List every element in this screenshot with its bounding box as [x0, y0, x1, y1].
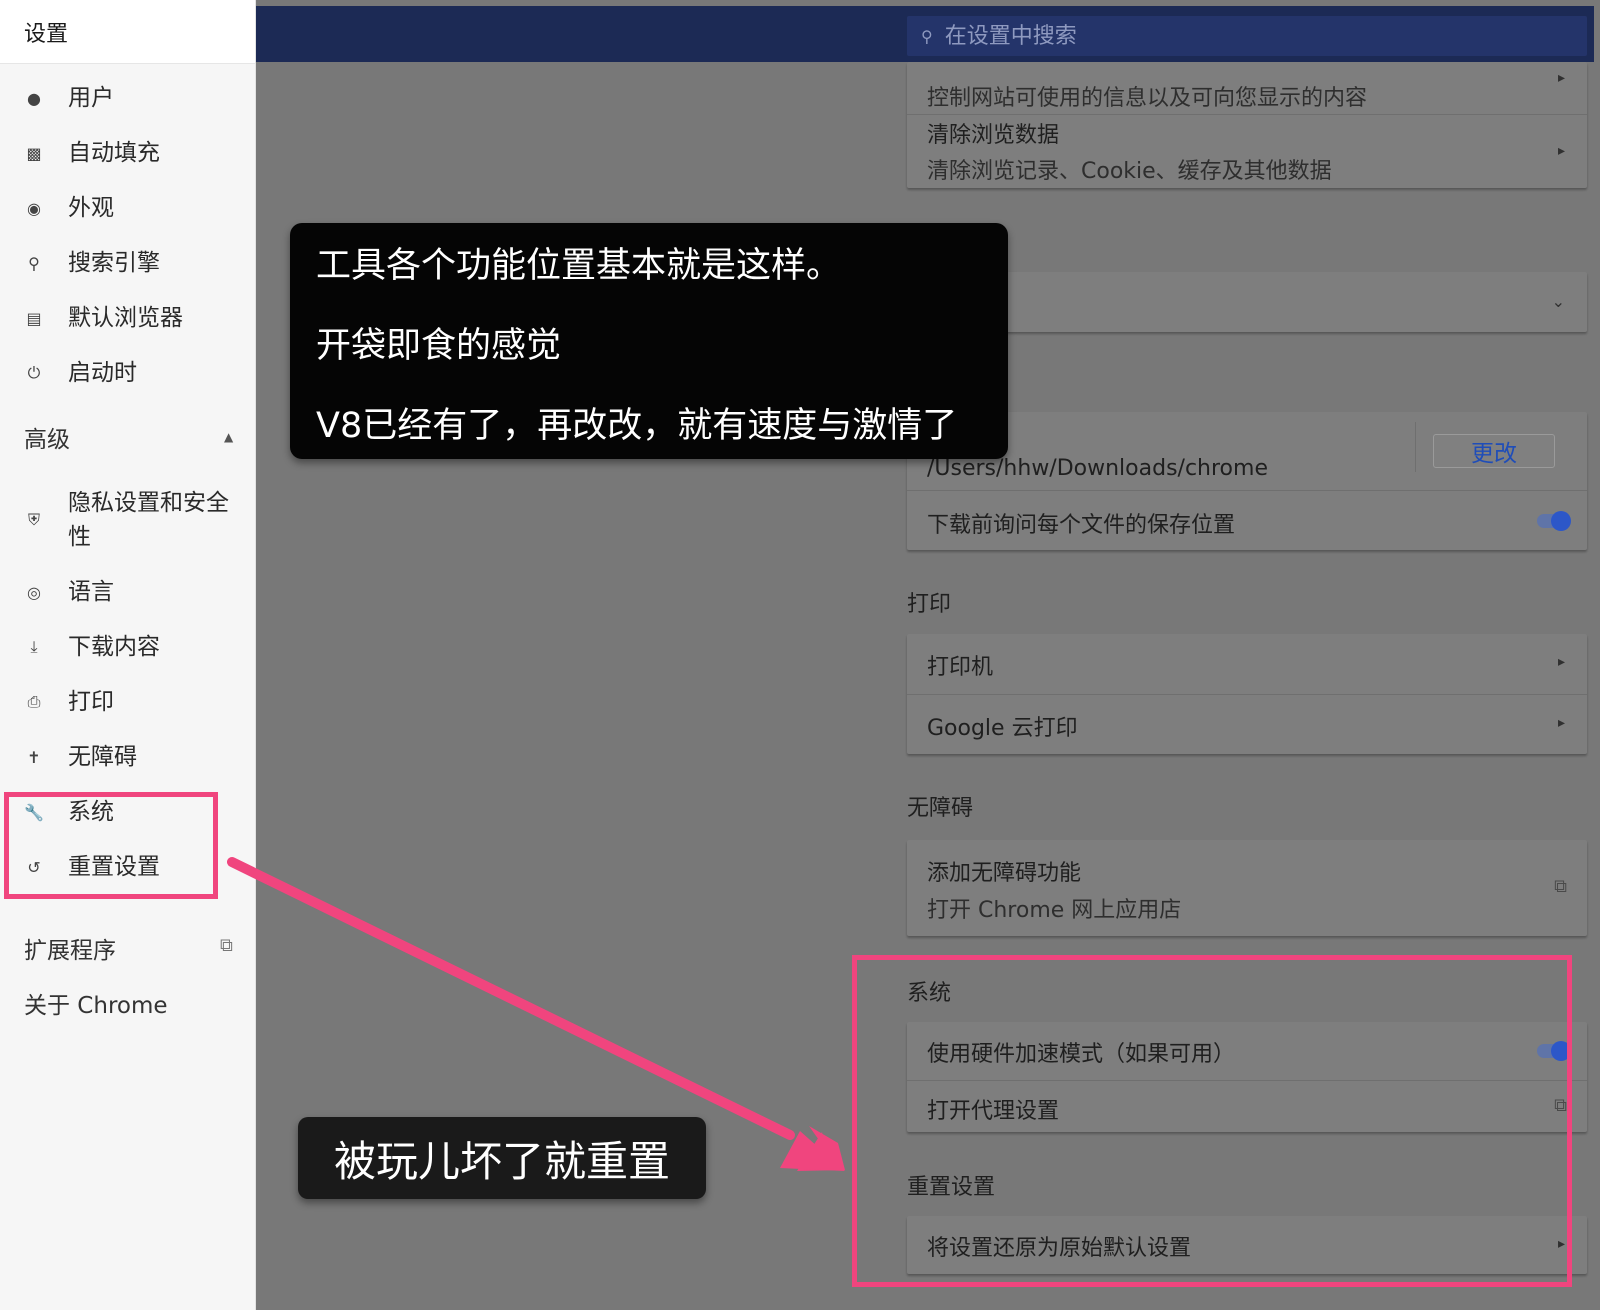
sidebar-item-autofill[interactable]: ▩ 自动填充	[0, 129, 256, 177]
search-box[interactable]: ⚲	[907, 16, 1587, 56]
collapse-arrow-icon[interactable]: ▲	[224, 430, 233, 444]
printing-section-title: 打印	[907, 592, 952, 617]
clipboard-icon: ▩	[26, 143, 42, 163]
sidebar-item-printing[interactable]: ⎙ 打印	[0, 678, 256, 726]
globe-icon: ◎	[27, 582, 41, 602]
annotation-callout: 工具各个功能位置基本就是这样。 开袋即食的感觉 V8已经有了，再改改，就有速度与…	[290, 223, 1008, 459]
sidebar-item-default-browser[interactable]: ▤ 默认浏览器	[0, 294, 256, 342]
sidebar-highlight-box	[4, 792, 218, 899]
divider	[1415, 422, 1416, 472]
add-accessibility-description: 打开 Chrome 网上应用店	[927, 898, 1182, 923]
search-icon: ⚲	[921, 26, 933, 46]
chevron-right-icon: ▸	[1557, 715, 1565, 731]
site-settings-row[interactable]: 控制网站可使用的信息以及可向您显示的内容 ▸	[907, 62, 1587, 114]
sidebar-item-search-engine[interactable]: ⚲ 搜索引擎	[0, 239, 256, 287]
printers-label: 打印机	[927, 655, 994, 680]
chevron-right-icon: ▸	[1557, 70, 1565, 86]
browser-icon: ▤	[26, 308, 42, 328]
open-external-icon: ⧉	[1554, 876, 1567, 897]
download-location-row: /Users/hhw/Downloads/chrome 更改	[907, 412, 1587, 490]
download-icon: ⤓	[30, 637, 38, 656]
reset-note-text: 被玩儿坏了就重置	[333, 1136, 670, 1186]
clear-browsing-data-row[interactable]: 清除浏览数据 清除浏览记录、Cookie、缓存及其他数据 ▸	[907, 114, 1587, 188]
sidebar-item-label: 外观	[68, 195, 114, 221]
advanced-heading[interactable]: 高级	[24, 420, 70, 454]
ask-where-to-save-label: 下载前询问每个文件的保存位置	[927, 513, 1236, 538]
search-icon: ⚲	[28, 253, 40, 273]
clear-browsing-data-title: 清除浏览数据	[927, 123, 1060, 148]
privacy-card: 控制网站可使用的信息以及可向您显示的内容 ▸ 清除浏览数据 清除浏览记录、Coo…	[907, 62, 1587, 188]
toolbar: ⚲	[256, 6, 1594, 62]
sidebar-item-label: 无障碍	[68, 744, 137, 770]
download-location-path: /Users/hhw/Downloads/chrome	[927, 456, 1268, 481]
cloud-print-label: Google 云打印	[927, 716, 1078, 741]
sidebar-item-languages[interactable]: ◎ 语言	[0, 568, 256, 616]
reset-note-callout: 被玩儿坏了就重置	[298, 1117, 706, 1199]
sidebar-item-downloads[interactable]: ⤓ 下载内容	[0, 623, 256, 671]
cloud-print-row[interactable]: Google 云打印 ▸	[907, 694, 1587, 754]
sidebar-item-label: 隐私设置和安全性	[68, 490, 229, 550]
sidebar-item-privacy[interactable]: ⛨ 隐私设置和安全性	[0, 483, 256, 557]
downloads-card: /Users/hhw/Downloads/chrome 更改 下载前询问每个文件…	[907, 412, 1587, 550]
sidebar-item-accessibility[interactable]: ✝ 无障碍	[0, 733, 256, 781]
site-settings-description: 控制网站可使用的信息以及可向您显示的内容	[927, 86, 1368, 111]
printing-card: 打印机 ▸ Google 云打印 ▸	[907, 634, 1587, 754]
languages-card[interactable]: ⌄	[907, 272, 1587, 332]
sidebar-item-label: 搜索引擎	[68, 250, 160, 276]
sidebar-item-appearance[interactable]: ◉ 外观	[0, 184, 256, 232]
system-reset-highlight-box	[852, 955, 1572, 1287]
sidebar-header: 设置	[0, 0, 255, 64]
sidebar-item-label: 启动时	[68, 360, 137, 386]
palette-icon: ◉	[27, 198, 41, 218]
ask-where-to-save-toggle[interactable]	[1537, 511, 1571, 531]
sidebar-item-on-startup[interactable]: ⏻ 启动时	[0, 349, 256, 397]
power-icon: ⏻	[27, 363, 41, 382]
toggle-knob	[1551, 511, 1571, 531]
callout-line: 工具各个功能位置基本就是这样。	[316, 246, 842, 286]
search-input[interactable]	[944, 23, 1545, 49]
chevron-right-icon: ▸	[1557, 654, 1565, 670]
accessibility-section-title: 无障碍	[907, 796, 974, 821]
ask-where-to-save-row[interactable]: 下载前询问每个文件的保存位置	[907, 490, 1587, 550]
sidebar-item-label: 下载内容	[68, 634, 160, 660]
change-location-button[interactable]: 更改	[1433, 434, 1555, 468]
accessibility-card: 添加无障碍功能 打开 Chrome 网上应用店 ⧉	[907, 840, 1587, 936]
accessibility-icon: ✝	[27, 747, 41, 767]
callout-line: V8已经有了，再改改，就有速度与激情了	[316, 406, 958, 446]
sidebar-item-about[interactable]: 关于 Chrome	[24, 986, 168, 1020]
settings-title: 设置	[24, 21, 69, 47]
sidebar-item-people[interactable]: ● 用户	[0, 74, 256, 122]
sidebar-item-label: 打印	[68, 689, 114, 715]
chevron-down-icon[interactable]: ⌄	[1552, 292, 1565, 311]
sidebar-item-label: 默认浏览器	[68, 305, 183, 331]
sidebar-item-extensions[interactable]: 扩展程序	[24, 931, 116, 965]
clear-browsing-data-description: 清除浏览记录、Cookie、缓存及其他数据	[927, 159, 1332, 184]
add-accessibility-title: 添加无障碍功能	[927, 861, 1082, 886]
printer-icon: ⎙	[27, 692, 41, 711]
shield-icon: ⛨	[27, 510, 40, 529]
chevron-right-icon: ▸	[1557, 143, 1565, 159]
printers-row[interactable]: 打印机 ▸	[907, 634, 1587, 694]
open-external-icon[interactable]: ⧉	[220, 935, 233, 956]
add-accessibility-row[interactable]: 添加无障碍功能 打开 Chrome 网上应用店 ⧉	[907, 840, 1587, 936]
sidebar-item-label: 自动填充	[68, 140, 160, 166]
callout-line: 开袋即食的感觉	[316, 326, 562, 366]
sidebar-item-label: 语言	[68, 579, 114, 605]
sidebar-item-label: 用户	[68, 85, 114, 111]
person-icon: ●	[27, 88, 41, 108]
sidebar: 设置 ● 用户 ▩ 自动填充 ◉ 外观 ⚲ 搜索引擎 ▤ 默认浏览器 ⏻ 启动时…	[0, 0, 256, 1310]
